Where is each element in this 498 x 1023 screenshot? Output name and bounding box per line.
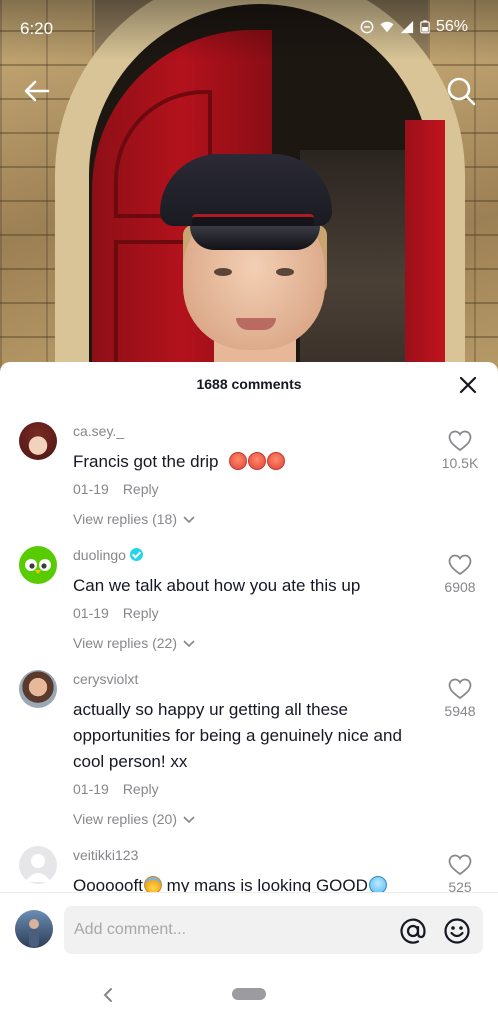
comment-meta: 01-19 Reply xyxy=(73,781,159,797)
comment-username[interactable]: veitikki123 xyxy=(73,847,138,863)
comment-date: 01-19 xyxy=(73,481,109,497)
like-count: 6908 xyxy=(444,579,476,595)
comment-text-body: Francis got the drip xyxy=(73,452,219,471)
like-button[interactable]: 6908 xyxy=(430,554,490,595)
system-nav-bar xyxy=(0,966,498,1023)
comment-text-part: my mans is looking GOOD xyxy=(161,876,368,892)
duolingo-owl-icon xyxy=(25,559,51,574)
comment-username[interactable]: cerysviolxt xyxy=(73,671,138,687)
chevron-down-icon xyxy=(183,516,195,524)
view-replies-label: View replies (22) xyxy=(73,635,178,651)
heart-icon xyxy=(448,554,472,576)
like-count: 10.5K xyxy=(441,455,479,471)
composer-divider xyxy=(0,892,498,893)
reply-button[interactable]: Reply xyxy=(123,781,159,797)
like-count: 5948 xyxy=(444,703,476,719)
comment-meta: 01-19 Reply xyxy=(73,605,159,621)
avatar[interactable] xyxy=(19,670,57,708)
cap-visor xyxy=(190,226,320,250)
smiley-icon[interactable] xyxy=(443,917,471,945)
heart-icon xyxy=(448,430,472,452)
search-icon[interactable] xyxy=(444,74,478,108)
comment-item: veitikki123 Ooooooft my mans is looking … xyxy=(0,844,498,892)
avatar[interactable] xyxy=(19,422,57,460)
cold-face-emoji-icon xyxy=(368,876,387,892)
comment-text: Francis got the drip xyxy=(73,449,433,475)
view-replies-label: View replies (18) xyxy=(73,511,178,527)
hot-face-emoji-icon xyxy=(229,452,248,470)
person-eye xyxy=(214,268,232,276)
comment-username[interactable]: duolingo xyxy=(73,547,143,563)
hot-face-emoji-icon xyxy=(248,452,267,470)
view-replies-button[interactable]: View replies (18) xyxy=(73,511,195,527)
comments-panel: 1688 comments ca.sey._ Francis got the d… xyxy=(0,362,498,1023)
heart-icon xyxy=(448,854,472,876)
like-count: 525 xyxy=(448,879,472,892)
person-mouth xyxy=(236,318,276,330)
chevron-down-icon xyxy=(183,640,195,648)
comment-meta: 01-19 Reply xyxy=(73,481,159,497)
hot-face-emoji-icon xyxy=(267,452,286,470)
status-icons: 56% xyxy=(360,18,468,36)
view-replies-button[interactable]: View replies (22) xyxy=(73,635,195,651)
home-pill-icon[interactable] xyxy=(232,988,266,1000)
status-time: 6:20 xyxy=(20,19,54,38)
comment-text-part: Ooooooft xyxy=(73,876,143,892)
comment-username-text: duolingo xyxy=(73,547,126,563)
arrow-left-icon[interactable] xyxy=(20,74,54,108)
default-avatar-icon xyxy=(25,854,51,882)
signal-icon xyxy=(400,20,414,34)
comment-date: 01-19 xyxy=(73,605,109,621)
like-button[interactable]: 5948 xyxy=(430,678,490,719)
comments-count-title: 1688 comments xyxy=(196,376,302,392)
close-icon[interactable] xyxy=(456,373,480,397)
comment-username[interactable]: ca.sey._ xyxy=(73,423,124,439)
fearful-face-emoji-icon xyxy=(143,876,162,892)
comment-composer xyxy=(0,894,498,966)
heart-icon xyxy=(448,678,472,700)
status-bar: 6:20 56% xyxy=(0,0,498,60)
comment-input-box[interactable] xyxy=(64,906,483,954)
view-replies-label: View replies (20) xyxy=(73,811,178,827)
reply-button[interactable]: Reply xyxy=(123,605,159,621)
at-icon[interactable] xyxy=(399,917,427,945)
person-eye xyxy=(276,268,294,276)
view-replies-button[interactable]: View replies (20) xyxy=(73,811,195,827)
avatar[interactable] xyxy=(15,910,53,948)
chevron-down-icon xyxy=(183,816,195,824)
avatar[interactable] xyxy=(19,546,57,584)
comment-input[interactable] xyxy=(74,906,374,954)
wifi-icon xyxy=(380,21,394,33)
like-button[interactable]: 10.5K xyxy=(430,430,490,471)
avatar[interactable] xyxy=(19,846,57,884)
comment-text: Ooooooft my mans is looking GOOD xyxy=(73,873,433,892)
verified-badge-icon xyxy=(129,548,143,561)
battery-percent: 56% xyxy=(435,18,468,35)
do-not-disturb-icon xyxy=(360,20,374,34)
red-door-right xyxy=(405,120,445,372)
comment-text: actually so happy ur getting all these o… xyxy=(73,700,402,771)
comment-text: Can we talk about how you ate this up xyxy=(73,576,361,595)
battery-icon xyxy=(420,20,430,34)
video-player[interactable]: 6:20 56% xyxy=(0,0,498,372)
reply-button[interactable]: Reply xyxy=(123,481,159,497)
user-photo-icon xyxy=(29,919,39,947)
comment-date: 01-19 xyxy=(73,781,109,797)
chevron-left-icon[interactable] xyxy=(96,984,120,1006)
like-button[interactable]: 525 xyxy=(430,854,490,892)
